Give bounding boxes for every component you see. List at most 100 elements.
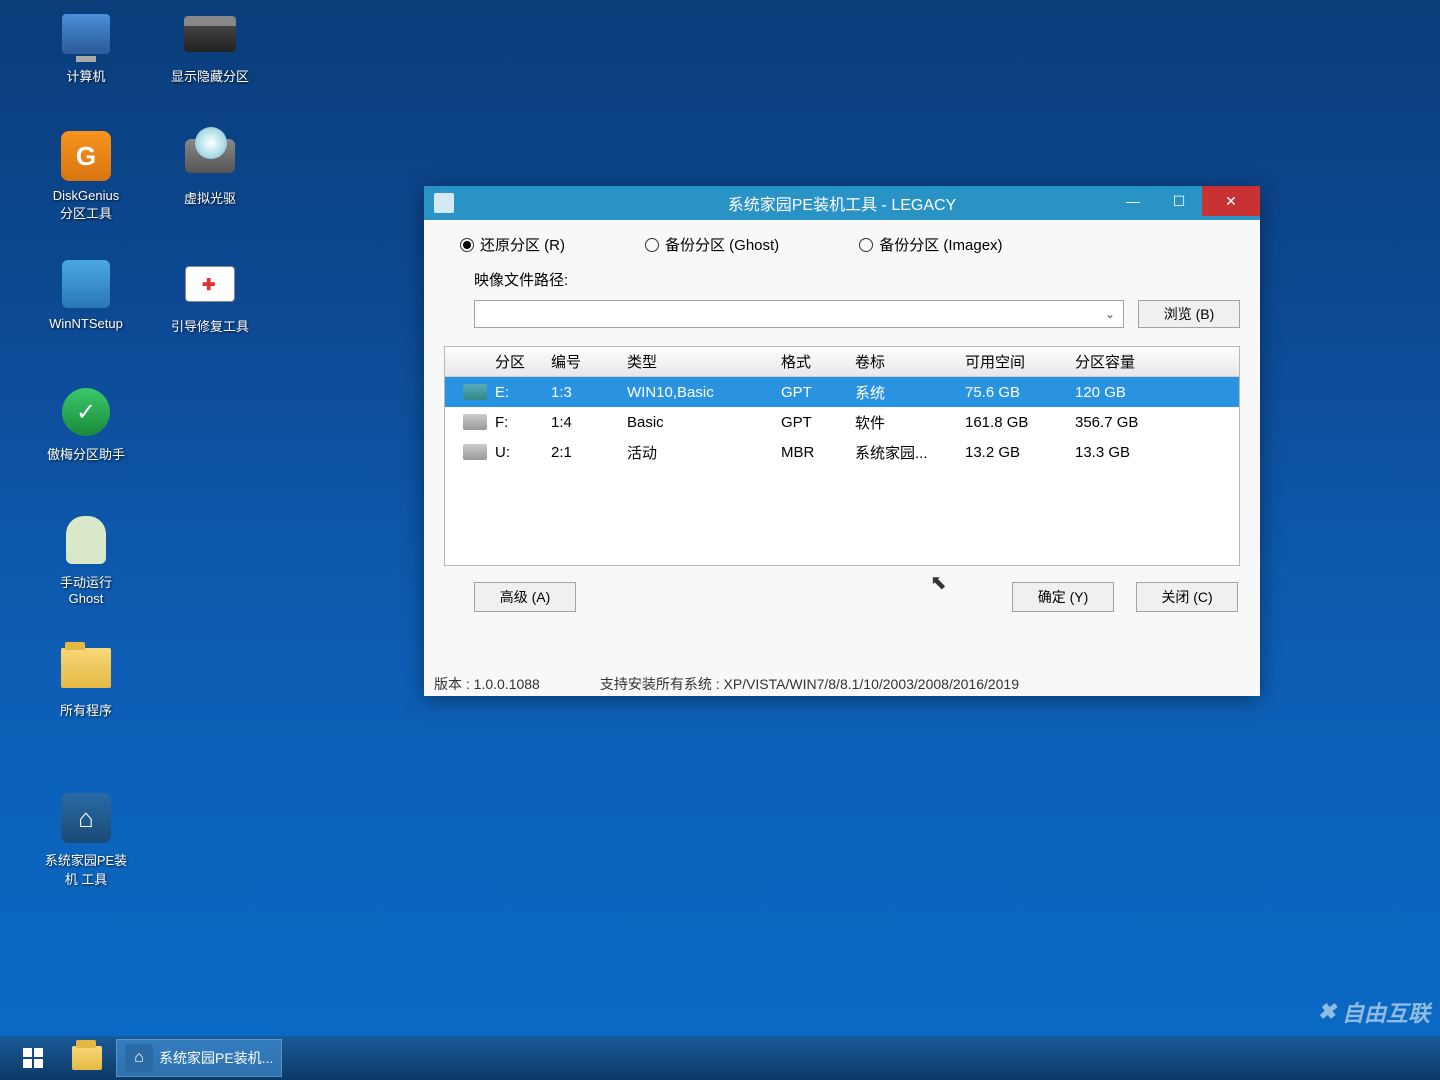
start-button[interactable] bbox=[8, 1039, 58, 1077]
taskbar: ⌂ 系统家园PE装机... bbox=[0, 1036, 1440, 1080]
cell-free: 161.8 GB bbox=[955, 414, 1065, 431]
cell-fmt: GPT bbox=[771, 384, 845, 401]
icon-label: 系统家园PE装 机 工具 bbox=[36, 850, 136, 888]
taskbar-item-pe-tool[interactable]: ⌂ 系统家园PE装机... bbox=[116, 1039, 282, 1077]
cell-drive: E: bbox=[485, 384, 541, 401]
ghost-icon bbox=[58, 512, 114, 568]
house-icon: ⌂ bbox=[58, 790, 114, 846]
setup-icon bbox=[58, 256, 114, 312]
disk-icon bbox=[463, 444, 487, 460]
col-header-type[interactable]: 类型 bbox=[617, 351, 771, 372]
cell-label: 系统 bbox=[845, 382, 955, 403]
taskbar-item-label: 系统家园PE装机... bbox=[159, 1048, 273, 1068]
cell-drive: F: bbox=[485, 414, 541, 431]
cell-size: 13.3 GB bbox=[1065, 444, 1175, 461]
icon-label: WinNTSetup bbox=[36, 316, 136, 331]
table-row[interactable]: F: 1:4 Basic GPT 软件 161.8 GB 356.7 GB bbox=[445, 407, 1239, 437]
ok-button[interactable]: 确定 (Y) bbox=[1012, 582, 1114, 612]
radio-restore-partition[interactable]: 还原分区 (R) bbox=[460, 234, 565, 255]
radio-backup-ghost[interactable]: 备份分区 (Ghost) bbox=[645, 234, 779, 255]
folder-icon bbox=[72, 1046, 102, 1070]
desktop-icon-show-hidden[interactable]: 显示隐藏分区 bbox=[160, 6, 260, 85]
close-button[interactable]: ✕ bbox=[1202, 186, 1260, 216]
table-row[interactable]: E: 1:3 WIN10,Basic GPT 系统 75.6 GB 120 GB bbox=[445, 377, 1239, 407]
drive-icon bbox=[182, 6, 238, 62]
cell-fmt: GPT bbox=[771, 414, 845, 431]
cell-free: 13.2 GB bbox=[955, 444, 1065, 461]
radio-dot-icon bbox=[460, 238, 474, 252]
icon-label: 所有程序 bbox=[36, 700, 136, 719]
toolbox-icon bbox=[182, 256, 238, 312]
radio-backup-imagex[interactable]: 备份分区 (Imagex) bbox=[859, 234, 1002, 255]
taskbar-item-explorer[interactable] bbox=[64, 1039, 110, 1077]
icon-label: 手动运行 Ghost bbox=[36, 572, 136, 606]
icon-label: 计算机 bbox=[36, 66, 136, 85]
col-header-label[interactable]: 卷标 bbox=[845, 351, 955, 372]
support-text: 支持安装所有系统 : XP/VISTA/WIN7/8/8.1/10/2003/2… bbox=[600, 674, 1019, 694]
desktop-icon-computer[interactable]: 计算机 bbox=[36, 6, 136, 85]
cell-size: 120 GB bbox=[1065, 384, 1175, 401]
watermark-text: 自由互联 bbox=[1342, 996, 1430, 1028]
disk-icon bbox=[463, 384, 487, 400]
col-header-drive[interactable]: 分区 bbox=[485, 351, 541, 372]
image-path-input[interactable]: ⌄ bbox=[474, 300, 1124, 328]
radio-label: 备份分区 (Ghost) bbox=[665, 234, 779, 255]
col-header-num[interactable]: 编号 bbox=[541, 351, 617, 372]
chevron-down-icon: ⌄ bbox=[1105, 307, 1115, 321]
desktop-icon-all-programs[interactable]: 所有程序 bbox=[36, 640, 136, 719]
cell-num: 1:4 bbox=[541, 414, 617, 431]
radio-circle-icon bbox=[645, 238, 659, 252]
icon-label: 虚拟光驱 bbox=[160, 188, 260, 207]
icon-label: 傲梅分区助手 bbox=[36, 444, 136, 463]
cell-free: 75.6 GB bbox=[955, 384, 1065, 401]
cell-drive: U: bbox=[485, 444, 541, 461]
desktop-icon-virtual-drive[interactable]: 虚拟光驱 bbox=[160, 128, 260, 207]
desktop-icon-aomei[interactable]: ✓ 傲梅分区助手 bbox=[36, 384, 136, 463]
desktop-icon-winntsetup[interactable]: WinNTSetup bbox=[36, 256, 136, 331]
advanced-button[interactable]: 高级 (A) bbox=[474, 582, 576, 612]
cell-label: 软件 bbox=[845, 412, 955, 433]
monitor-icon bbox=[58, 6, 114, 62]
diskgenius-icon: G bbox=[58, 128, 114, 184]
col-header-free[interactable]: 可用空间 bbox=[955, 351, 1065, 372]
version-text: 版本 : 1.0.0.1088 bbox=[434, 674, 540, 694]
desktop-icon-diskgenius[interactable]: G DiskGenius 分区工具 bbox=[36, 128, 136, 222]
status-bar: 版本 : 1.0.0.1088 支持安装所有系统 : XP/VISTA/WIN7… bbox=[424, 672, 1260, 696]
radio-circle-icon bbox=[859, 238, 873, 252]
cell-num: 2:1 bbox=[541, 444, 617, 461]
windows-icon bbox=[21, 1046, 45, 1070]
desktop-icon-boot-repair[interactable]: 引导修复工具 bbox=[160, 256, 260, 335]
folder-icon bbox=[58, 640, 114, 696]
cell-label: 系统家园... bbox=[845, 442, 955, 463]
cell-num: 1:3 bbox=[541, 384, 617, 401]
desktop-icon-pe-tool[interactable]: ⌂ 系统家园PE装 机 工具 bbox=[36, 790, 136, 888]
icon-label: DiskGenius 分区工具 bbox=[36, 188, 136, 222]
col-header-fmt[interactable]: 格式 bbox=[771, 351, 845, 372]
col-header-size[interactable]: 分区容量 bbox=[1065, 351, 1175, 372]
house-icon: ⌂ bbox=[125, 1044, 153, 1072]
browse-button[interactable]: 浏览 (B) bbox=[1138, 300, 1240, 328]
icon-label: 显示隐藏分区 bbox=[160, 66, 260, 85]
table-header-row: 分区 编号 类型 格式 卷标 可用空间 分区容量 bbox=[445, 347, 1239, 377]
maximize-button[interactable]: ☐ bbox=[1156, 186, 1202, 216]
cell-type: WIN10,Basic bbox=[617, 384, 771, 401]
close-button[interactable]: 关闭 (C) bbox=[1136, 582, 1238, 612]
cell-fmt: MBR bbox=[771, 444, 845, 461]
table-row[interactable]: U: 2:1 活动 MBR 系统家园... 13.2 GB 13.3 GB bbox=[445, 437, 1239, 467]
disk-icon bbox=[463, 414, 487, 430]
radio-label: 备份分区 (Imagex) bbox=[879, 234, 1002, 255]
partition-table: 分区 编号 类型 格式 卷标 可用空间 分区容量 E: 1:3 WIN10,Ba… bbox=[444, 346, 1240, 566]
minimize-button[interactable]: — bbox=[1110, 186, 1156, 216]
titlebar[interactable]: 系统家园PE装机工具 - LEGACY — ☐ ✕ bbox=[424, 186, 1260, 220]
aomei-icon: ✓ bbox=[58, 384, 114, 440]
watermark-x-icon: ✖ bbox=[1318, 999, 1336, 1025]
desktop-icon-ghost[interactable]: 手动运行 Ghost bbox=[36, 512, 136, 606]
watermark: ✖ 自由互联 bbox=[1318, 996, 1430, 1028]
pe-tool-window: 系统家园PE装机工具 - LEGACY — ☐ ✕ 还原分区 (R) 备份分区 … bbox=[424, 186, 1260, 696]
image-path-label: 映像文件路径: bbox=[444, 269, 1240, 290]
cell-type: Basic bbox=[617, 414, 771, 431]
radio-label: 还原分区 (R) bbox=[480, 234, 565, 255]
icon-label: 引导修复工具 bbox=[160, 316, 260, 335]
cell-size: 356.7 GB bbox=[1065, 414, 1175, 431]
cell-type: 活动 bbox=[617, 442, 771, 463]
